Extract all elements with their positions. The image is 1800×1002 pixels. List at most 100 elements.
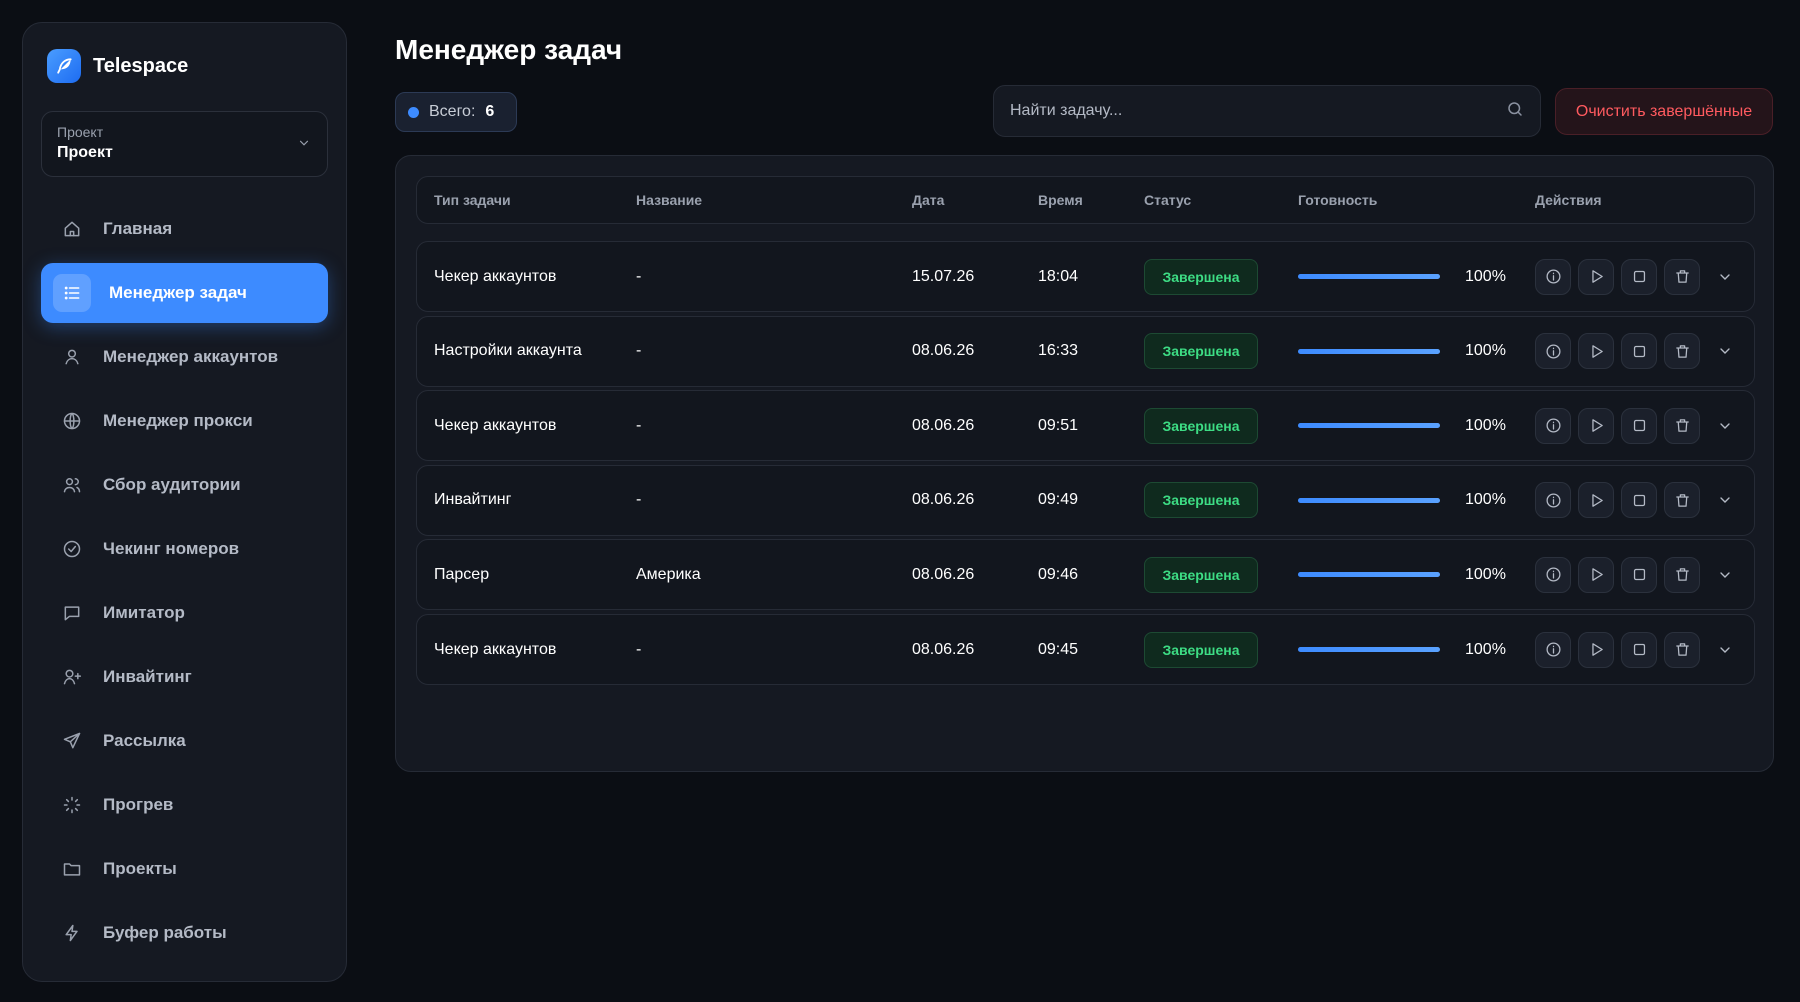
trash-button[interactable] — [1664, 556, 1700, 593]
info-button[interactable] — [1535, 258, 1571, 295]
chevron-down-icon — [1717, 418, 1733, 434]
sidebar-item-11[interactable]: Буфер работы — [41, 903, 328, 963]
progress-fill — [1298, 497, 1440, 503]
sidebar-item-3[interactable]: Менеджер прокси — [41, 391, 328, 451]
sidebar-item-5[interactable]: Чекинг номеров — [41, 519, 328, 579]
search-input[interactable] — [1010, 102, 1506, 120]
info-button[interactable] — [1535, 631, 1571, 668]
trash-icon — [1674, 641, 1691, 658]
expand-row-button[interactable] — [1707, 408, 1743, 444]
trash-icon — [1674, 268, 1691, 285]
play-button[interactable] — [1578, 258, 1614, 295]
info-icon — [1545, 492, 1562, 509]
sidebar-item-8[interactable]: Рассылка — [41, 711, 328, 771]
progress-percent: 100% — [1465, 342, 1506, 360]
trash-button[interactable] — [1664, 631, 1700, 668]
task-type: Парсер — [434, 565, 490, 583]
sidebar-item-label: Менеджер задач — [109, 283, 247, 302]
status-dot-icon — [408, 106, 419, 118]
users-icon — [59, 472, 85, 498]
sidebar-item-6[interactable]: Имитатор — [41, 583, 328, 643]
check-circle-icon — [59, 536, 85, 562]
play-button[interactable] — [1578, 556, 1614, 593]
stop-button[interactable] — [1621, 631, 1657, 668]
table-row[interactable]: Чекер аккаунтов - 15.07.26 18:04 Завершена 10… — [416, 241, 1755, 312]
sidebar-item-label: Инвайтинг — [103, 667, 192, 686]
stop-button[interactable] — [1621, 258, 1657, 295]
task-time: 09:45 — [1038, 640, 1079, 658]
info-button[interactable] — [1535, 482, 1571, 519]
task-date: 15.07.26 — [912, 267, 975, 285]
task-search — [993, 85, 1541, 137]
trash-button[interactable] — [1664, 482, 1700, 519]
play-icon — [1588, 268, 1605, 285]
progress-bar — [1298, 647, 1440, 652]
progress-fill — [1298, 348, 1440, 354]
search-icon[interactable] — [1506, 100, 1524, 123]
task-time: 09:49 — [1038, 491, 1079, 509]
task-time: 16:33 — [1038, 342, 1079, 360]
brand[interactable]: Telespace — [41, 47, 328, 85]
globe-icon — [59, 408, 85, 434]
stop-button[interactable] — [1621, 407, 1657, 444]
column-header-date: Дата — [912, 192, 945, 208]
sidebar-item-2[interactable]: Менеджер аккаунтов — [41, 327, 328, 387]
play-icon — [1588, 641, 1605, 658]
expand-row-button[interactable] — [1707, 482, 1743, 518]
task-name: - — [636, 342, 642, 360]
play-icon — [1588, 566, 1605, 583]
status-badge: Завершена — [1144, 258, 1258, 295]
task-time: 09:51 — [1038, 416, 1079, 434]
task-type: Чекер аккаунтов — [434, 416, 557, 434]
play-icon — [1588, 417, 1605, 434]
sidebar-item-7[interactable]: Инвайтинг — [41, 647, 328, 707]
table-row[interactable]: Чекер аккаунтов - 08.06.26 09:51 Завершена 10… — [416, 390, 1755, 462]
info-button[interactable] — [1535, 407, 1571, 444]
trash-button[interactable] — [1664, 258, 1700, 295]
sidebar-item-9[interactable]: Прогрев — [41, 775, 328, 835]
trash-button[interactable] — [1664, 333, 1700, 370]
play-button[interactable] — [1578, 333, 1614, 370]
total-label: Всего: — [429, 103, 476, 120]
task-name: - — [636, 491, 642, 509]
expand-row-button[interactable] — [1707, 557, 1743, 593]
stop-button[interactable] — [1621, 556, 1657, 593]
sidebar-item-0[interactable]: Главная — [41, 199, 328, 259]
info-button[interactable] — [1535, 333, 1571, 370]
column-header-status: Статус — [1144, 192, 1192, 208]
expand-row-button[interactable] — [1707, 333, 1743, 369]
play-button[interactable] — [1578, 482, 1614, 519]
sidebar-item-4[interactable]: Сбор аудитории — [41, 455, 328, 515]
info-icon — [1545, 417, 1562, 434]
sidebar-nav: Главная Менеджер задач Менеджер аккаунтов М… — [41, 199, 328, 963]
play-button[interactable] — [1578, 631, 1614, 668]
user-plus-icon — [59, 664, 85, 690]
table-row[interactable]: Настройки аккаунта - 08.06.26 16:33 Завершен… — [416, 315, 1755, 387]
progress-bar — [1298, 572, 1440, 578]
progress-fill — [1298, 572, 1440, 578]
page-title: Менеджер задач — [395, 34, 623, 65]
project-select[interactable]: Проект Проект — [41, 111, 328, 177]
sidebar-item-10[interactable]: Проекты — [41, 839, 328, 899]
sidebar-item-1[interactable]: Менеджер задач — [41, 263, 328, 323]
table-row[interactable]: Парсер Америка 08.06.26 09:46 Завершена 100% — [416, 539, 1755, 611]
stop-button[interactable] — [1621, 333, 1657, 370]
list-icon — [53, 274, 91, 312]
play-button[interactable] — [1578, 407, 1614, 444]
tasks-table: Тип задачи Название Дата Время Статус Го… — [395, 155, 1774, 772]
expand-row-button[interactable] — [1707, 632, 1743, 668]
table-header: Тип задачи Название Дата Время Статус Го… — [416, 176, 1755, 224]
chevron-down-icon — [1717, 343, 1733, 359]
table-row[interactable]: Чекер аккаунтов - 08.06.26 09:45 Завершена 10… — [416, 614, 1755, 685]
progress-bar — [1298, 423, 1440, 429]
stop-button[interactable] — [1621, 482, 1657, 519]
sidebar-item-label: Рассылка — [103, 731, 186, 750]
trash-icon — [1674, 343, 1691, 360]
clear-completed-button[interactable]: Очистить завершённые — [1555, 88, 1773, 135]
table-row[interactable]: Инвайтинг - 08.06.26 09:49 Завершена 100% — [416, 464, 1755, 536]
info-button[interactable] — [1535, 556, 1571, 593]
status-badge: Завершена — [1144, 407, 1258, 444]
status-badge: Завершена — [1144, 482, 1258, 519]
trash-button[interactable] — [1664, 407, 1700, 444]
expand-row-button[interactable] — [1707, 259, 1743, 295]
